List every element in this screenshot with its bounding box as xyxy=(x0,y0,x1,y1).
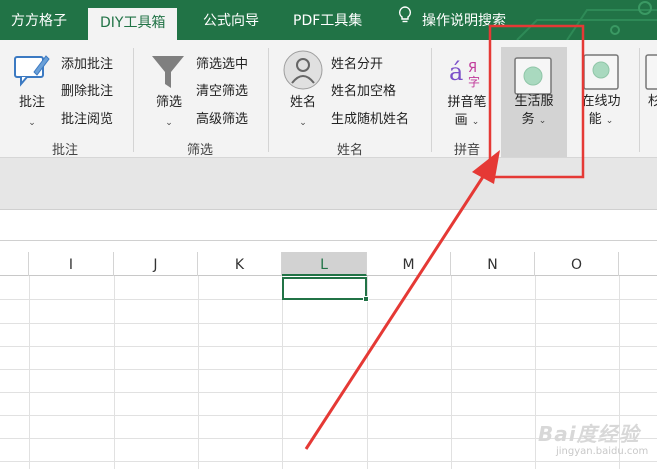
partial-tool-icon xyxy=(645,54,657,90)
pinyin-icon: á Я 字 xyxy=(449,58,480,89)
group-divider xyxy=(639,48,640,152)
online-functions-line2: 能 ⌄ xyxy=(588,112,614,127)
tell-me-label: 操作说明搜索 xyxy=(422,13,506,29)
advanced-filter-button[interactable]: 高级筛选 xyxy=(196,108,248,127)
column-header-l[interactable]: L xyxy=(282,252,367,276)
tab-pdf-tools[interactable]: PDF工具集 xyxy=(293,0,362,40)
column-header-row: I J K L M N O xyxy=(0,252,657,276)
online-functions-line1: 在线功 xyxy=(581,94,621,109)
clear-filter-button[interactable]: 清空筛选 xyxy=(196,80,248,99)
delete-comment-button[interactable]: 删除批注 xyxy=(61,80,113,99)
comment-icon xyxy=(14,55,50,87)
tab-fangfang[interactable]: 方方格子 xyxy=(11,0,67,40)
online-functions-icon xyxy=(583,54,619,90)
watermark-logo: Bai度经验 xyxy=(538,422,640,446)
person-icon xyxy=(283,50,323,90)
life-services-line2: 务 ⌄ xyxy=(521,112,547,127)
column-header-o[interactable]: O xyxy=(535,252,619,276)
chevron-down-icon: ⌄ xyxy=(605,116,614,126)
column-header-i[interactable]: I xyxy=(29,252,114,276)
formula-toolbar xyxy=(0,158,657,210)
group-label-comment: 批注 xyxy=(51,143,78,158)
formula-bar[interactable] xyxy=(0,211,657,241)
column-header-k[interactable]: K xyxy=(198,252,282,276)
group-divider xyxy=(133,48,134,152)
comment-big-label: 批注 xyxy=(18,95,45,110)
name-add-space-button[interactable]: 姓名加空格 xyxy=(331,80,396,99)
name-big-label: 姓名 xyxy=(289,95,316,110)
group-divider xyxy=(431,48,432,152)
watermark-url: jingyan.baidu.com xyxy=(556,446,649,457)
filter-big-label: 筛选 xyxy=(155,95,182,110)
pinyin-label-line2: 画 ⌄ xyxy=(454,113,480,128)
chevron-down-icon: ⌄ xyxy=(538,116,547,126)
svg-text:Я: Я xyxy=(468,61,477,76)
column-header-m[interactable]: M xyxy=(367,252,451,276)
chevron-down-icon: ⌄ xyxy=(165,118,173,128)
random-name-button[interactable]: 生成随机姓名 xyxy=(331,108,409,127)
chevron-down-icon: ⌄ xyxy=(471,117,480,127)
group-label-name: 姓名 xyxy=(336,143,363,158)
column-header-n[interactable]: N xyxy=(451,252,535,276)
life-services-line1: 生活服 xyxy=(514,94,554,109)
chevron-down-icon: ⌄ xyxy=(28,118,36,128)
split-name-button[interactable]: 姓名分开 xyxy=(331,53,383,72)
tab-diy-toolbox[interactable]: DIY工具箱 xyxy=(88,8,178,40)
active-cell[interactable] xyxy=(282,277,367,300)
tab-formula-wizard[interactable]: 公式向导 xyxy=(203,0,259,40)
svg-text:á: á xyxy=(449,58,463,86)
column-header-partial[interactable] xyxy=(0,252,29,276)
partial-tool-label: 杉 xyxy=(648,94,657,109)
group-label-pinyin: 拼音 xyxy=(453,143,480,158)
add-comment-button[interactable]: 添加批注 xyxy=(61,53,113,72)
life-services-icon xyxy=(514,57,552,95)
chevron-down-icon: ⌄ xyxy=(299,118,307,128)
tab-tell-me-search[interactable]: 操作说明搜索 xyxy=(398,0,506,40)
group-divider xyxy=(268,48,269,152)
life-services-button[interactable]: 生活服 务 ⌄ xyxy=(501,47,567,157)
svg-text:字: 字 xyxy=(468,74,480,89)
fill-handle[interactable] xyxy=(363,296,369,302)
lightbulb-icon xyxy=(398,0,412,41)
pinyin-label-line1: 拼音笔 xyxy=(447,95,487,110)
filter-selected-button[interactable]: 筛选选中 xyxy=(196,53,248,72)
group-label-filter: 筛选 xyxy=(186,143,213,158)
column-header-j[interactable]: J xyxy=(114,252,198,276)
browse-comment-button[interactable]: 批注阅览 xyxy=(61,108,113,127)
circuit-decoration xyxy=(516,1,657,40)
funnel-icon xyxy=(152,56,184,88)
ribbon-tab-bar: 方方格子 DIY工具箱 公式向导 PDF工具集 操作说明搜索 xyxy=(0,0,657,40)
